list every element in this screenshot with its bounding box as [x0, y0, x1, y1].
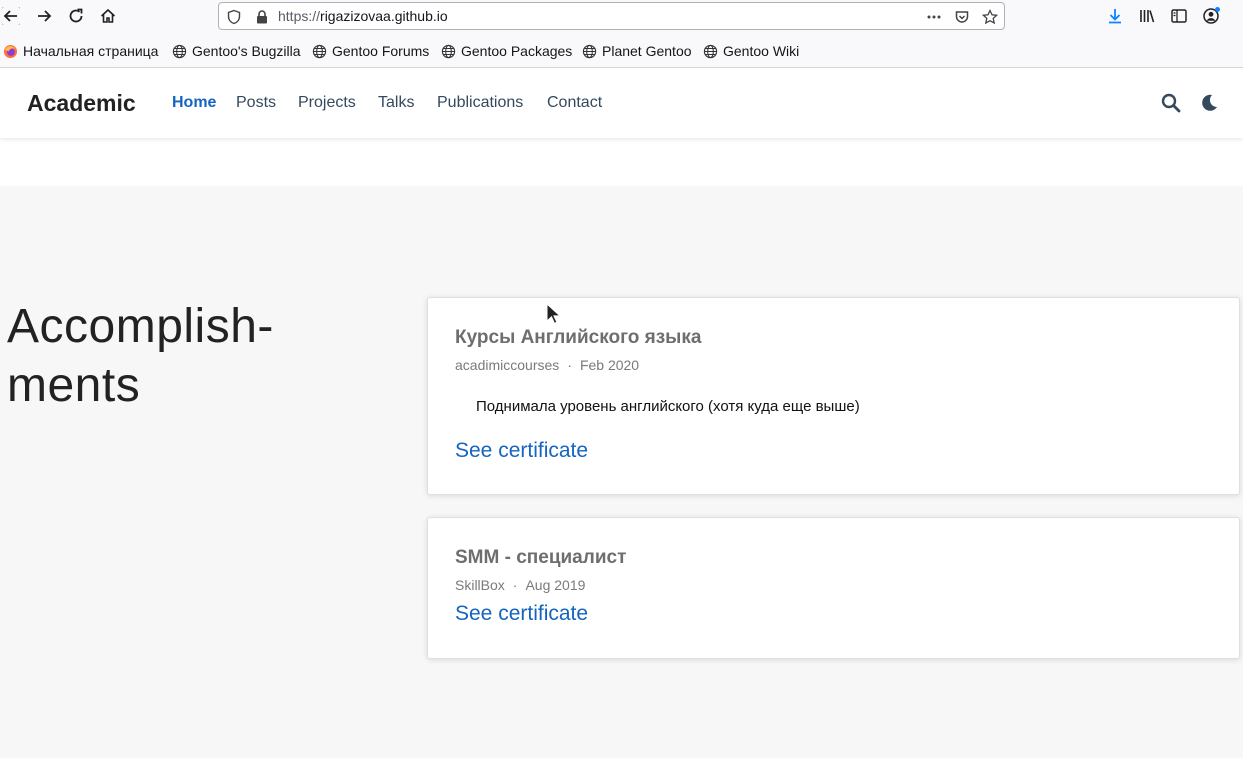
lock-icon[interactable]	[253, 8, 271, 26]
bookmark-label: Gentoo Packages	[461, 43, 573, 59]
card-org: SkillBox	[455, 577, 505, 593]
bookmark-item[interactable]: Gentoo's Bugzilla	[172, 43, 301, 59]
heading-line-1: Accomplish-	[7, 300, 274, 353]
bookmarks-bar: Начальная страница Gentoo's Bugzilla Gen…	[0, 33, 1243, 68]
nav-contact[interactable]: Contact	[547, 94, 602, 112]
heading-line-2: ments	[7, 359, 141, 412]
url-host: rigazizovaa.github.io	[320, 8, 448, 24]
search-icon[interactable]	[1160, 92, 1182, 114]
see-certificate-link[interactable]: See certificate	[455, 439, 588, 463]
card-date: Feb 2020	[579, 357, 640, 373]
forward-icon[interactable]	[31, 3, 57, 29]
accomplishment-card: SMM - специалист SkillBox · Aug 2019 See c…	[427, 517, 1240, 659]
accomplishment-card: Курсы Английского языка acadimiccourses ·…	[427, 297, 1240, 495]
bookmark-item[interactable]: Gentoo Packages	[441, 43, 572, 59]
nav-publications[interactable]: Publications	[437, 94, 523, 112]
bookmark-label: Начальная страница	[23, 43, 159, 59]
card-meta: acadimiccourses · Feb 2020	[455, 357, 640, 373]
mouse-cursor-icon	[546, 303, 560, 324]
site-brand[interactable]: Academic	[27, 90, 136, 117]
pocket-icon[interactable]	[953, 8, 971, 26]
bookmark-item[interactable]: Planet Gentoo	[582, 43, 692, 59]
bookmark-item[interactable]: Gentoo Forums	[312, 43, 429, 59]
globe-icon	[172, 44, 187, 58]
nav-projects[interactable]: Projects	[298, 94, 356, 112]
accomplishments-section: Accomplish-ments Курсы Английского языка…	[0, 186, 1243, 758]
globe-icon	[582, 44, 597, 58]
see-certificate-link[interactable]: See certificate	[455, 602, 588, 626]
url-scheme: https://	[278, 8, 321, 24]
url-bar[interactable]: https://rigazizovaa.github.io	[218, 2, 1005, 30]
account-icon[interactable]	[1198, 3, 1224, 29]
sidebar-icon[interactable]	[1166, 3, 1192, 29]
nav-talks[interactable]: Talks	[378, 94, 414, 112]
bookmark-label: Gentoo Wiki	[723, 43, 800, 59]
site-navbar: Academic Home Posts Projects Talks Publi…	[0, 68, 1243, 138]
bookmark-item[interactable]: Gentoo Wiki	[703, 43, 799, 59]
bookmark-label: Planet Gentoo	[602, 43, 692, 59]
shield-icon[interactable]	[225, 8, 243, 26]
bookmark-label: Gentoo Forums	[332, 43, 430, 59]
card-org: acadimiccourses	[455, 357, 560, 373]
browser-toolbar: https://rigazizovaa.github.io	[0, 0, 1243, 33]
star-icon[interactable]	[981, 8, 999, 26]
nav-home[interactable]: Home	[172, 94, 216, 112]
download-icon[interactable]	[1102, 3, 1128, 29]
card-meta: SkillBox · Aug 2019	[455, 577, 586, 593]
section-heading: Accomplish-ments	[7, 297, 274, 415]
card-date: Aug 2019	[525, 577, 586, 593]
url-text: https://rigazizovaa.github.io	[278, 8, 448, 24]
more-icon[interactable]	[925, 8, 943, 26]
firefox-icon	[3, 44, 18, 58]
card-description: Поднимала уровень английского (хотя куда…	[476, 398, 860, 415]
nav-posts[interactable]: Posts	[236, 94, 276, 112]
globe-icon	[703, 44, 718, 58]
moon-icon[interactable]	[1198, 92, 1220, 114]
globe-icon	[312, 44, 327, 58]
library-icon[interactable]	[1134, 3, 1160, 29]
bookmark-label: Gentoo's Bugzilla	[192, 43, 301, 59]
globe-icon	[441, 44, 456, 58]
back-icon[interactable]	[0, 3, 24, 29]
reload-icon[interactable]	[63, 3, 89, 29]
bookmark-item[interactable]: Начальная страница	[3, 43, 158, 59]
card-title: Курсы Английского языка	[455, 327, 702, 348]
home-icon[interactable]	[95, 3, 121, 29]
card-title: SMM - специалист	[455, 547, 627, 568]
